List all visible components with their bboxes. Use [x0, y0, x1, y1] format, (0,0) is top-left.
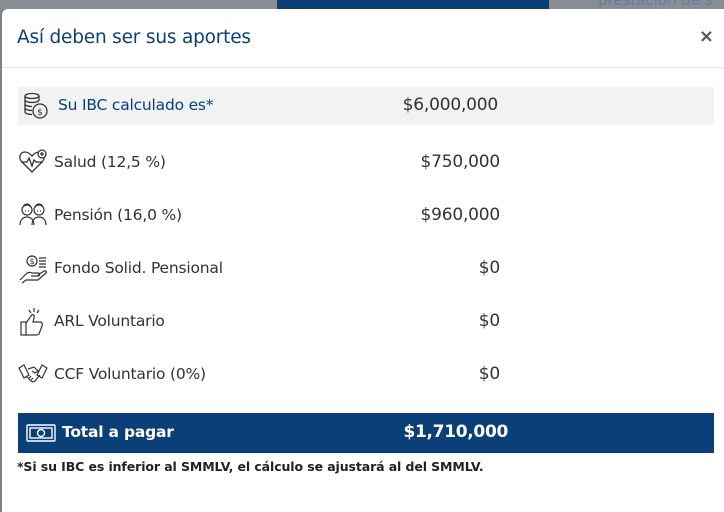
arl-value: $0 [478, 311, 500, 331]
cash-icon [26, 424, 56, 442]
total-row: Total a pagar $1,710,000 [18, 413, 714, 453]
handshake-icon [18, 360, 48, 390]
ibc-footnote: *Si su IBC es inferior al SMMLV, el cálc… [17, 459, 484, 474]
total-label: Total a pagar [62, 423, 174, 441]
contribution-row-salud: Salud (12,5 %) $750,000 [18, 143, 714, 183]
background-text: prestación de s [598, 0, 713, 9]
pension-value: $960,000 [420, 205, 500, 225]
fondo-value: $0 [478, 258, 500, 278]
ibc-row: $ Su IBC calculado es* $6,000,000 [18, 87, 714, 125]
contribution-row-arl: ARL Voluntario $0 [18, 302, 714, 342]
fondo-label: Fondo Solid. Pensional [54, 259, 223, 277]
salud-value: $750,000 [420, 152, 500, 172]
background-nav-bar [277, 0, 549, 9]
ccf-value: $0 [478, 364, 500, 384]
total-value: $1,710,000 [403, 422, 508, 442]
pension-label: Pensión (16,0 %) [54, 206, 182, 224]
background-page: prestación de s [0, 0, 724, 9]
ibc-label: Su IBC calculado es* [58, 96, 214, 114]
arl-label: ARL Voluntario [54, 312, 165, 330]
ibc-value: $6,000,000 [402, 95, 499, 115]
heart-pulse-icon [18, 148, 48, 178]
ccf-label: CCF Voluntario (0%) [54, 365, 206, 383]
modal-header: Así deben ser sus aportes × [2, 9, 724, 68]
elderly-couple-icon [18, 201, 48, 231]
svg-text:$: $ [29, 257, 34, 266]
contribution-row-ccf: CCF Voluntario (0%) $0 [18, 355, 714, 395]
money-hand-icon: $ [18, 254, 48, 284]
modal-title: Así deben ser sus aportes [17, 27, 251, 48]
coins-icon: $ [22, 91, 52, 121]
thumbs-up-icon [18, 307, 48, 337]
close-button[interactable]: × [699, 26, 714, 47]
salud-label: Salud (12,5 %) [54, 153, 166, 171]
contribution-row-pension: Pensión (16,0 %) $960,000 [18, 196, 714, 236]
contributions-modal: Así deben ser sus aportes × $ Su IBC cal… [2, 9, 724, 512]
contribution-row-fondo-solidaridad: $ Fondo Solid. Pensional $0 [18, 249, 714, 289]
svg-text:$: $ [37, 108, 43, 118]
